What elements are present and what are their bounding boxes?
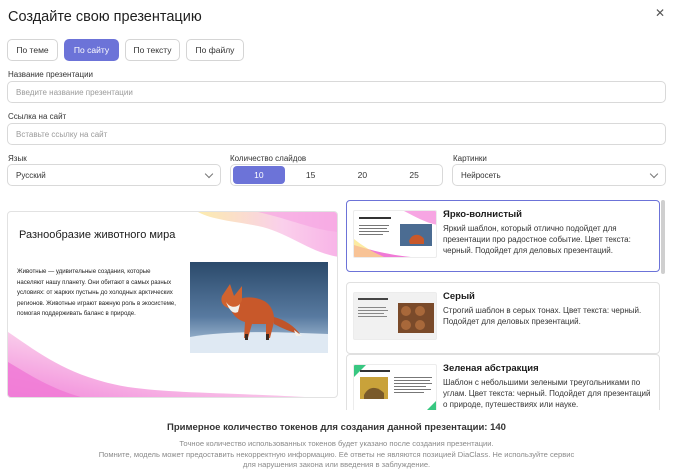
template-name: Зеленая абстракция — [443, 363, 539, 374]
template-thumbnail — [353, 210, 437, 258]
slides-option-25[interactable]: 25 — [388, 166, 440, 184]
template-card-gray[interactable]: Серый Строгий шаблон в серых тонах. Цвет… — [346, 282, 660, 354]
template-list-scrollbar[interactable] — [661, 200, 665, 274]
template-card-bright-wavy[interactable]: Ярко-волнистый Яркий шаблон, который отл… — [346, 200, 660, 272]
preview-title: Разнообразие животного мира — [19, 229, 176, 241]
template-thumbnail — [353, 292, 437, 340]
template-list: Ярко-волнистый Яркий шаблон, который отл… — [346, 200, 660, 410]
images-value: Нейросеть — [461, 170, 501, 180]
fox-photo — [190, 262, 328, 353]
chevron-down-icon — [649, 169, 659, 178]
source-tabs: По теме По сайту По тексту По файлу — [7, 39, 244, 61]
language-label: Язык — [8, 154, 27, 163]
preview-text: Животные — удивительные создания, которы… — [17, 268, 176, 317]
tab-by-topic[interactable]: По теме — [7, 39, 58, 61]
template-thumbnail — [353, 364, 437, 410]
name-label: Название презентации — [8, 70, 94, 79]
slides-count-selector: 10 15 20 25 — [230, 164, 443, 186]
slides-option-10[interactable]: 10 — [233, 166, 285, 184]
slide-preview: Разнообразие животного мира Животные — у… — [7, 211, 338, 398]
disclaimer-line-1: Точное количество использованных токенов… — [179, 439, 494, 448]
close-icon[interactable]: ✕ — [655, 6, 665, 20]
template-description: Строгий шаблон в серых тонах. Цвет текст… — [443, 306, 642, 327]
tab-by-file[interactable]: По файлу — [186, 39, 244, 61]
disclaimer-note: Точное количество использованных токенов… — [60, 439, 613, 471]
images-select[interactable]: Нейросеть — [452, 164, 666, 186]
dialog-title: Создайте свою презентацию — [8, 9, 202, 25]
slides-option-20[interactable]: 20 — [337, 166, 389, 184]
token-estimate: Примерное количество токенов для создани… — [167, 422, 506, 433]
template-name: Серый — [443, 291, 475, 302]
template-description: Шаблон с небольшими зелеными треугольник… — [443, 378, 651, 410]
disclaimer-line-2: Помните, модель может предоставить некор… — [98, 449, 575, 459]
tab-by-text[interactable]: По тексту — [125, 39, 180, 61]
images-label: Картинки — [453, 154, 487, 163]
language-select[interactable]: Русский — [7, 164, 221, 186]
template-card-green-abstraction[interactable]: Зеленая абстракция Шаблон с небольшими з… — [346, 354, 660, 410]
presentation-name-input[interactable]: Введите название презентации — [7, 81, 666, 103]
url-label: Ссылка на сайт — [8, 112, 67, 121]
slides-label: Количество слайдов — [230, 154, 307, 163]
slides-option-15[interactable]: 15 — [285, 166, 337, 184]
disclaimer-line-3: для нарушения закона или введения в забл… — [242, 460, 431, 470]
language-value: Русский — [16, 170, 46, 180]
tab-by-site[interactable]: По сайту — [64, 39, 119, 61]
chevron-down-icon — [204, 169, 214, 178]
template-name: Ярко-волнистый — [443, 209, 523, 220]
site-url-input[interactable]: Вставьте ссылку на сайт — [7, 123, 666, 145]
template-description: Яркий шаблон, который отлично подойдет д… — [443, 224, 631, 256]
